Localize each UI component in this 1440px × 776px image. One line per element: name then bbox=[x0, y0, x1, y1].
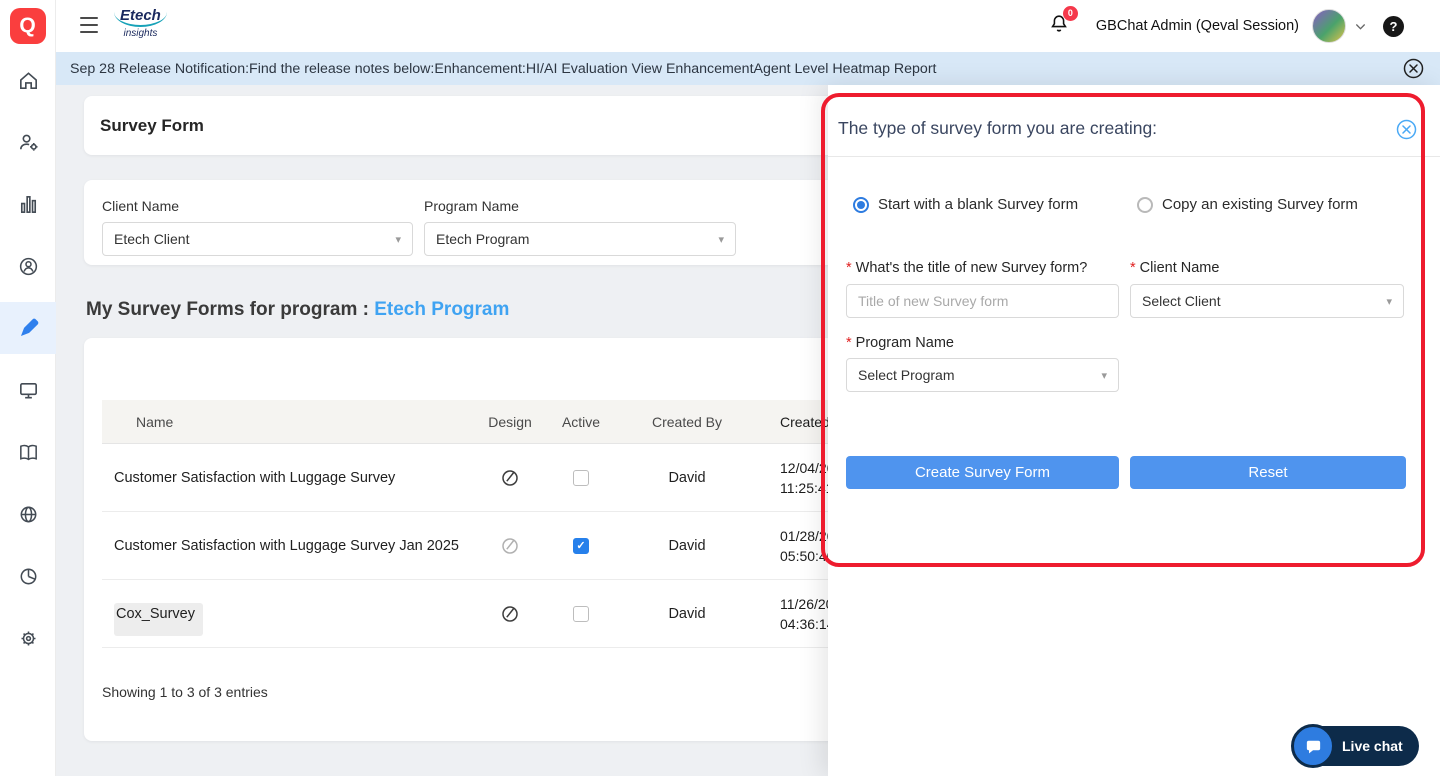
sidebar-item-users[interactable] bbox=[0, 116, 56, 168]
radio-copy[interactable] bbox=[1137, 197, 1153, 213]
brand-logo-bottom: insights bbox=[114, 28, 167, 39]
program-select-value: Etech Program bbox=[436, 231, 529, 247]
radio-option-blank[interactable]: Start with a blank Survey form bbox=[853, 196, 1078, 213]
sidebar-item-home[interactable] bbox=[0, 54, 56, 106]
active-checkbox[interactable] bbox=[573, 470, 589, 486]
client-select[interactable]: Etech Client ▾ bbox=[102, 222, 413, 256]
design-button[interactable] bbox=[500, 468, 520, 488]
radio-copy-label: Copy an existing Survey form bbox=[1162, 196, 1358, 213]
created-by: David bbox=[604, 538, 770, 554]
header-right: 0 GBChat Admin (Qeval Session) ? bbox=[1048, 0, 1404, 52]
monitor-icon bbox=[17, 379, 40, 402]
page-title: Survey Form bbox=[84, 116, 204, 136]
chevron-down-icon: ▾ bbox=[1386, 295, 1392, 308]
modal-program-select[interactable]: Select Program ▾ bbox=[846, 358, 1119, 392]
col-header-created-by: Created By bbox=[604, 414, 770, 430]
modal-client-select-value: Select Client bbox=[1142, 293, 1221, 309]
col-header-design: Design bbox=[462, 414, 558, 430]
title-field-label: *What's the title of new Survey form? bbox=[846, 260, 1087, 276]
sidebar-item-reports[interactable] bbox=[0, 178, 56, 230]
sidebar-item-library[interactable] bbox=[0, 426, 56, 478]
pie-chart-icon bbox=[17, 565, 40, 588]
chevron-down-icon: ▾ bbox=[395, 233, 401, 246]
design-icon bbox=[500, 604, 520, 624]
help-button[interactable]: ? bbox=[1383, 16, 1404, 37]
client-field-label: *Client Name bbox=[1130, 260, 1219, 276]
modal-title: The type of survey form you are creating… bbox=[838, 118, 1157, 139]
program-select[interactable]: Etech Program ▾ bbox=[424, 222, 736, 256]
design-icon bbox=[500, 536, 520, 556]
hamburger-menu-icon[interactable] bbox=[80, 17, 98, 33]
release-banner: Sep 28 Release Notification:Find the rel… bbox=[56, 52, 1440, 85]
avatar[interactable] bbox=[1312, 9, 1346, 43]
survey-name: Customer Satisfaction with Luggage Surve… bbox=[102, 470, 462, 486]
home-icon bbox=[17, 69, 40, 92]
radio-blank[interactable] bbox=[853, 197, 869, 213]
notification-badge: 0 bbox=[1063, 6, 1078, 21]
create-survey-form-button[interactable]: Create Survey Form bbox=[846, 456, 1119, 489]
chevron-down-icon: ▾ bbox=[1101, 369, 1107, 382]
chevron-down-icon: ▾ bbox=[718, 233, 724, 246]
survey-pen-icon bbox=[17, 317, 40, 340]
reset-button[interactable]: Reset bbox=[1130, 456, 1406, 489]
program-field-label: *Program Name bbox=[846, 335, 954, 351]
table-entries-summary: Showing 1 to 3 of 3 entries bbox=[102, 684, 268, 700]
design-icon bbox=[500, 468, 520, 488]
gear-icon bbox=[17, 627, 40, 650]
active-checkbox[interactable] bbox=[573, 606, 589, 622]
live-chat-label: Live chat bbox=[1342, 738, 1403, 754]
required-mark: * bbox=[846, 260, 852, 276]
bar-chart-icon bbox=[17, 193, 40, 216]
help-mark: ? bbox=[1390, 19, 1398, 34]
live-chat-button[interactable]: Live chat bbox=[1294, 726, 1419, 766]
app-logo[interactable]: Q bbox=[10, 8, 46, 44]
sidebar-item-survey[interactable] bbox=[0, 302, 56, 354]
release-banner-text: Sep 28 Release Notification:Find the rel… bbox=[56, 61, 936, 77]
banner-close-icon[interactable] bbox=[1403, 58, 1424, 79]
brand-logo-top: Etech bbox=[114, 7, 167, 27]
divider bbox=[828, 156, 1440, 157]
required-mark: * bbox=[846, 335, 852, 351]
sidebar-item-analytics[interactable] bbox=[0, 550, 56, 602]
client-name-label: Client Name bbox=[102, 198, 179, 214]
user-session-label: GBChat Admin (Qeval Session) bbox=[1096, 18, 1299, 34]
page-heading: My Survey Forms for program : Etech Prog… bbox=[86, 299, 509, 321]
modal-program-select-value: Select Program bbox=[858, 367, 954, 383]
chevron-down-icon[interactable] bbox=[1354, 20, 1367, 33]
created-by: David bbox=[604, 470, 770, 486]
sidebar-item-monitor[interactable] bbox=[0, 364, 56, 416]
col-header-active: Active bbox=[558, 414, 604, 430]
col-header-name: Name bbox=[102, 414, 462, 430]
created-by: David bbox=[604, 606, 770, 622]
book-icon bbox=[17, 441, 40, 464]
required-mark: * bbox=[1130, 260, 1136, 276]
sidebar-item-settings[interactable] bbox=[0, 612, 56, 664]
survey-name: Cox_Survey bbox=[114, 603, 203, 636]
agent-icon bbox=[17, 255, 40, 278]
design-button[interactable] bbox=[500, 604, 520, 624]
client-select-value: Etech Client bbox=[114, 231, 189, 247]
radio-blank-label: Start with a blank Survey form bbox=[878, 196, 1078, 213]
design-button[interactable] bbox=[500, 536, 520, 556]
modal-client-select[interactable]: Select Client ▾ bbox=[1130, 284, 1404, 318]
sidebar: Q bbox=[0, 0, 56, 776]
notifications-button[interactable]: 0 bbox=[1048, 13, 1070, 40]
heading-prefix: My Survey Forms for program : bbox=[86, 299, 374, 320]
sidebar-item-agent[interactable] bbox=[0, 240, 56, 292]
radio-option-copy[interactable]: Copy an existing Survey form bbox=[1137, 196, 1358, 213]
survey-name: Customer Satisfaction with Luggage Surve… bbox=[102, 538, 462, 554]
heading-program-name: Etech Program bbox=[374, 299, 509, 320]
chat-bubble-icon bbox=[1291, 724, 1335, 768]
modal-close-icon[interactable] bbox=[1396, 119, 1417, 140]
create-survey-modal: The type of survey form you are creating… bbox=[828, 85, 1440, 776]
user-settings-icon bbox=[17, 131, 40, 154]
sidebar-item-global[interactable] bbox=[0, 488, 56, 540]
app-logo-letter: Q bbox=[19, 14, 35, 38]
top-header: Etech insights 0 GBChat Admin (Qeval Ses… bbox=[56, 0, 1440, 52]
survey-title-input[interactable] bbox=[846, 284, 1119, 318]
active-checkbox[interactable] bbox=[573, 538, 589, 554]
globe-icon bbox=[17, 503, 40, 526]
program-name-label: Program Name bbox=[424, 198, 519, 214]
brand-logo[interactable]: Etech insights bbox=[114, 7, 167, 39]
